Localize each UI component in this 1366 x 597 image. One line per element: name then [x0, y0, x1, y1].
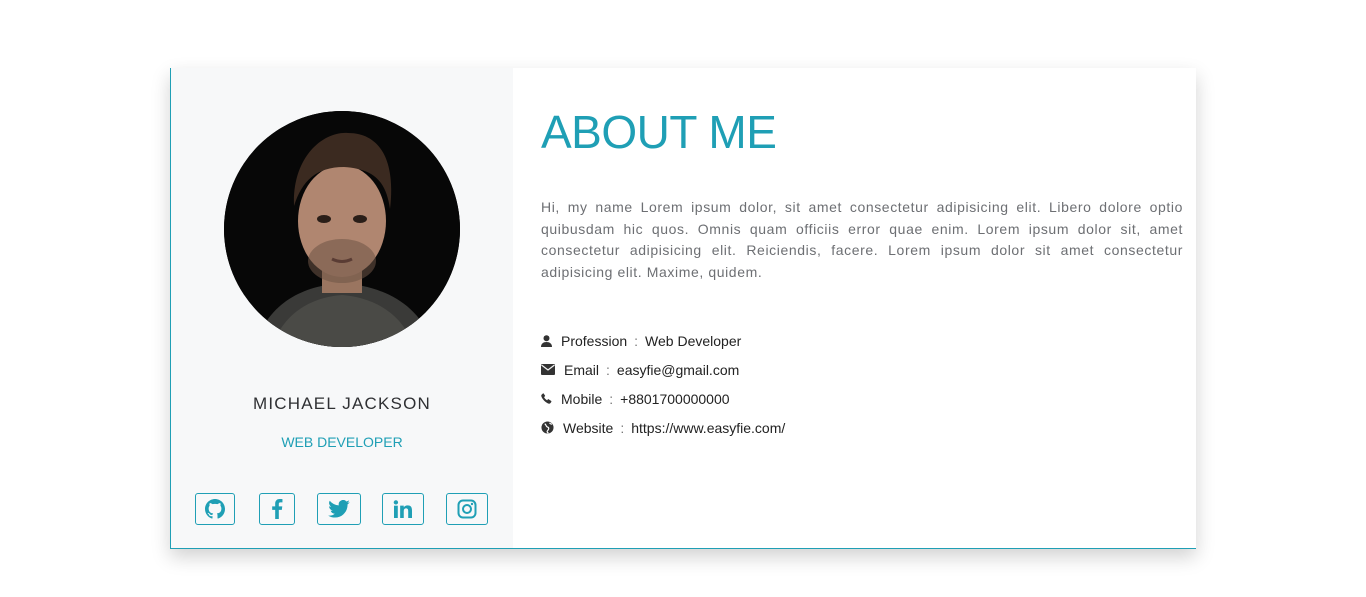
info-row-profession: Profession : Web Developer	[541, 326, 1183, 355]
info-value[interactable]: https://www.easyfie.com/	[631, 420, 785, 436]
info-row-email: Email : easyfie@gmail.com	[541, 355, 1183, 384]
info-label: Mobile	[561, 390, 603, 407]
twitter-button[interactable]	[317, 493, 361, 525]
avatar-photo	[224, 111, 460, 347]
info-separator: :	[634, 332, 639, 349]
info-label: Website	[563, 419, 614, 436]
twitter-icon	[328, 500, 350, 518]
instagram-icon	[457, 499, 477, 519]
facebook-button[interactable]	[259, 493, 295, 525]
profile-role: WEB DEVELOPER	[281, 434, 403, 450]
about-bio: Hi, my name Lorem ipsum dolor, sit amet …	[541, 199, 1183, 280]
profile-name: MICHAEL JACKSON	[253, 394, 431, 413]
profile-sidebar: MICHAEL JACKSON WEB DEVELOPER	[171, 68, 513, 548]
user-icon	[541, 334, 555, 347]
avatar	[224, 111, 460, 347]
info-label: Profession	[561, 332, 628, 349]
linkedin-icon	[393, 500, 412, 518]
info-row-website: Website : https://www.easyfie.com/	[541, 413, 1183, 442]
facebook-icon	[272, 499, 283, 519]
info-list: Profession : Web Developer Email : easyf…	[541, 326, 1183, 442]
info-separator: :	[606, 361, 610, 378]
info-value[interactable]: +8801700000000	[620, 391, 729, 407]
profile-card: MICHAEL JACKSON WEB DEVELOPER ABOUT ME H…	[170, 68, 1196, 549]
info-row-mobile: Mobile : +8801700000000	[541, 384, 1183, 413]
info-separator: :	[609, 390, 614, 407]
globe-icon	[541, 421, 556, 434]
envelope-icon	[541, 364, 557, 375]
info-value[interactable]: easyfie@gmail.com	[617, 362, 739, 378]
info-separator: :	[620, 419, 625, 436]
github-icon	[205, 499, 225, 519]
info-value: Web Developer	[645, 332, 742, 349]
github-button[interactable]	[195, 493, 235, 525]
linkedin-button[interactable]	[382, 493, 424, 525]
instagram-button[interactable]	[446, 493, 488, 525]
phone-icon	[541, 393, 555, 404]
about-title: ABOUT ME	[541, 106, 777, 158]
info-label: Email	[564, 361, 600, 378]
